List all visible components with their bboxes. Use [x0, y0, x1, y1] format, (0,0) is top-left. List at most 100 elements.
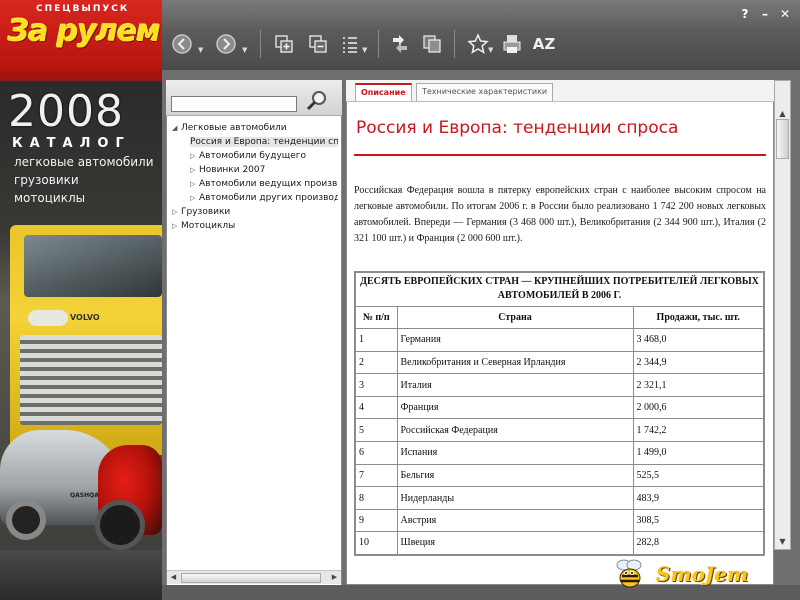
car-wheel	[6, 500, 46, 540]
truck-grille: VOLVO	[20, 313, 162, 425]
back-button[interactable]	[168, 30, 196, 58]
row-sales: 2 000,6	[632, 395, 765, 420]
row-country: Италия	[396, 373, 634, 397]
row-sales: 308,5	[632, 508, 765, 533]
tree-item-leading-makers[interactable]: ▷ Автомобили ведущих производ	[190, 178, 338, 191]
table-caption-row: ДЕСЯТЬ ЕВРОПЕЙСКИХ СТРАН — КРУПНЕЙШИХ ПО…	[354, 271, 765, 307]
back-dropdown-icon[interactable]: ▼	[198, 46, 203, 54]
expand-all-button[interactable]	[270, 30, 298, 58]
special-issue-label: СПЕЦВЫПУСК	[36, 4, 130, 14]
row-number: 7	[354, 463, 398, 488]
table-row: 10 Швеция 282,8	[354, 531, 765, 556]
help-button[interactable]: ?	[736, 6, 754, 22]
forward-dropdown-icon[interactable]: ▼	[242, 46, 247, 54]
expand-all-icon	[275, 35, 293, 53]
column-header-sales: Продажи, тыс. шт.	[632, 305, 765, 330]
row-number: 6	[354, 441, 398, 465]
table-row: 5 Российская Федерация 1 742,2	[354, 418, 765, 443]
close-button[interactable]: ✕	[776, 6, 794, 22]
minimize-button[interactable]: –	[756, 6, 774, 22]
toolbar-separator	[454, 30, 455, 58]
row-number: 5	[354, 418, 398, 443]
row-country: Российская Федерация	[396, 418, 634, 443]
table-row: 3 Италия 2 321,1	[354, 373, 765, 397]
tree-item-cars[interactable]: ◢ Легковые автомобили	[172, 122, 287, 135]
row-country: Германия	[396, 328, 634, 352]
table-row: 7 Бельгия 525,5	[354, 463, 765, 488]
tab-technical-specs[interactable]: Технические характеристики	[416, 83, 554, 101]
tree-item-russia-europe[interactable]: Россия и Европа: тенденции спр	[190, 136, 338, 149]
search-input[interactable]	[171, 96, 297, 112]
back-icon	[172, 34, 192, 54]
scroll-right-icon[interactable]: ▶	[328, 571, 341, 584]
row-sales: 3 468,0	[632, 328, 765, 352]
sync-icon	[393, 35, 407, 53]
tab-description[interactable]: Описание	[355, 83, 412, 101]
article-title: Россия и Европа: тенденции спроса	[356, 118, 679, 138]
tree-item-future-cars[interactable]: ▷ Автомобили будущего	[190, 150, 306, 163]
collapse-all-button[interactable]	[304, 30, 332, 58]
row-sales: 282,8	[632, 531, 765, 556]
expand-triangle-icon[interactable]: ▷	[190, 164, 199, 177]
forward-icon	[216, 34, 236, 54]
car-badge: QASHQAI	[70, 492, 102, 499]
content-vertical-scrollbar[interactable]: ▲ ▼	[774, 80, 791, 550]
window-controls: ? – ✕	[736, 6, 794, 22]
expand-triangle-icon[interactable]: ▷	[190, 178, 199, 191]
category-trucks-label: грузовики	[14, 173, 79, 187]
scroll-left-icon[interactable]: ◀	[167, 571, 180, 584]
table-row: 8 Нидерланды 483,9	[354, 486, 765, 510]
row-country: Великобритания и Северная Ирландия	[396, 350, 634, 375]
print-button[interactable]	[498, 30, 526, 58]
table-header-row: № п/п Страна Продажи, тыс. шт.	[354, 305, 765, 330]
collapse-all-icon	[309, 35, 327, 53]
tree-horizontal-scrollbar[interactable]: ◀ ▶	[167, 570, 341, 584]
row-country: Франция	[396, 395, 634, 420]
row-number: 4	[354, 395, 398, 420]
scroll-thumb[interactable]	[181, 573, 321, 583]
row-number: 10	[354, 531, 398, 556]
copy-icon	[423, 35, 441, 53]
column-header-number: № п/п	[354, 305, 398, 330]
row-country: Испания	[396, 441, 634, 465]
sort-button[interactable]: AZ	[530, 30, 558, 58]
column-header-country: Страна	[396, 305, 634, 330]
scroll-down-icon[interactable]: ▼	[775, 535, 790, 549]
tree-item-trucks[interactable]: ▷ Грузовики	[172, 206, 230, 219]
title-divider	[354, 154, 766, 156]
list-button[interactable]	[336, 30, 364, 58]
copy-button[interactable]	[418, 30, 446, 58]
row-sales: 525,5	[632, 463, 765, 488]
search-button[interactable]	[302, 88, 332, 114]
expand-triangle-icon[interactable]: ▷	[172, 220, 181, 233]
left-panel-footer	[0, 550, 162, 600]
sort-az-icon: AZ	[532, 35, 556, 53]
tree-item-other-makers[interactable]: ▷ Автомобили других производит	[190, 192, 338, 205]
list-dropdown-icon[interactable]: ▼	[362, 46, 367, 54]
tree-item-motorcycles[interactable]: ▷ Мотоциклы	[172, 220, 235, 233]
forward-button[interactable]	[212, 30, 240, 58]
table-row: 6 Испания 1 499,0	[354, 441, 765, 465]
table-row: 2 Великобритания и Северная Ирландия 2 344…	[354, 350, 765, 375]
row-sales: 2 321,1	[632, 373, 765, 397]
expand-triangle-icon[interactable]: ▷	[190, 192, 199, 205]
table-row: 4 Франция 2 000,6	[354, 395, 765, 420]
row-country: Нидерланды	[396, 486, 634, 510]
row-number: 1	[354, 328, 398, 352]
row-number: 2	[354, 350, 398, 375]
expand-triangle-icon[interactable]: ▷	[172, 206, 181, 219]
scroll-thumb[interactable]	[776, 119, 789, 159]
expand-triangle-icon[interactable]: ▷	[190, 150, 199, 163]
sync-button[interactable]	[386, 30, 414, 58]
truck-headlamp	[28, 310, 68, 326]
row-country: Швеция	[396, 531, 634, 556]
row-number: 3	[354, 373, 398, 397]
catalog-word: КАТАЛОГ	[12, 136, 131, 151]
toolbar-separator	[378, 30, 379, 58]
category-motorcycles-label: мотоциклы	[14, 191, 86, 205]
collapse-triangle-icon[interactable]: ◢	[172, 122, 181, 135]
row-country: Австрия	[396, 508, 634, 533]
favorite-dropdown-icon[interactable]: ▼	[488, 46, 493, 54]
table-row: 1 Германия 3 468,0	[354, 328, 765, 352]
tree-item-new-2007[interactable]: ▷ Новинки 2007	[190, 164, 265, 177]
